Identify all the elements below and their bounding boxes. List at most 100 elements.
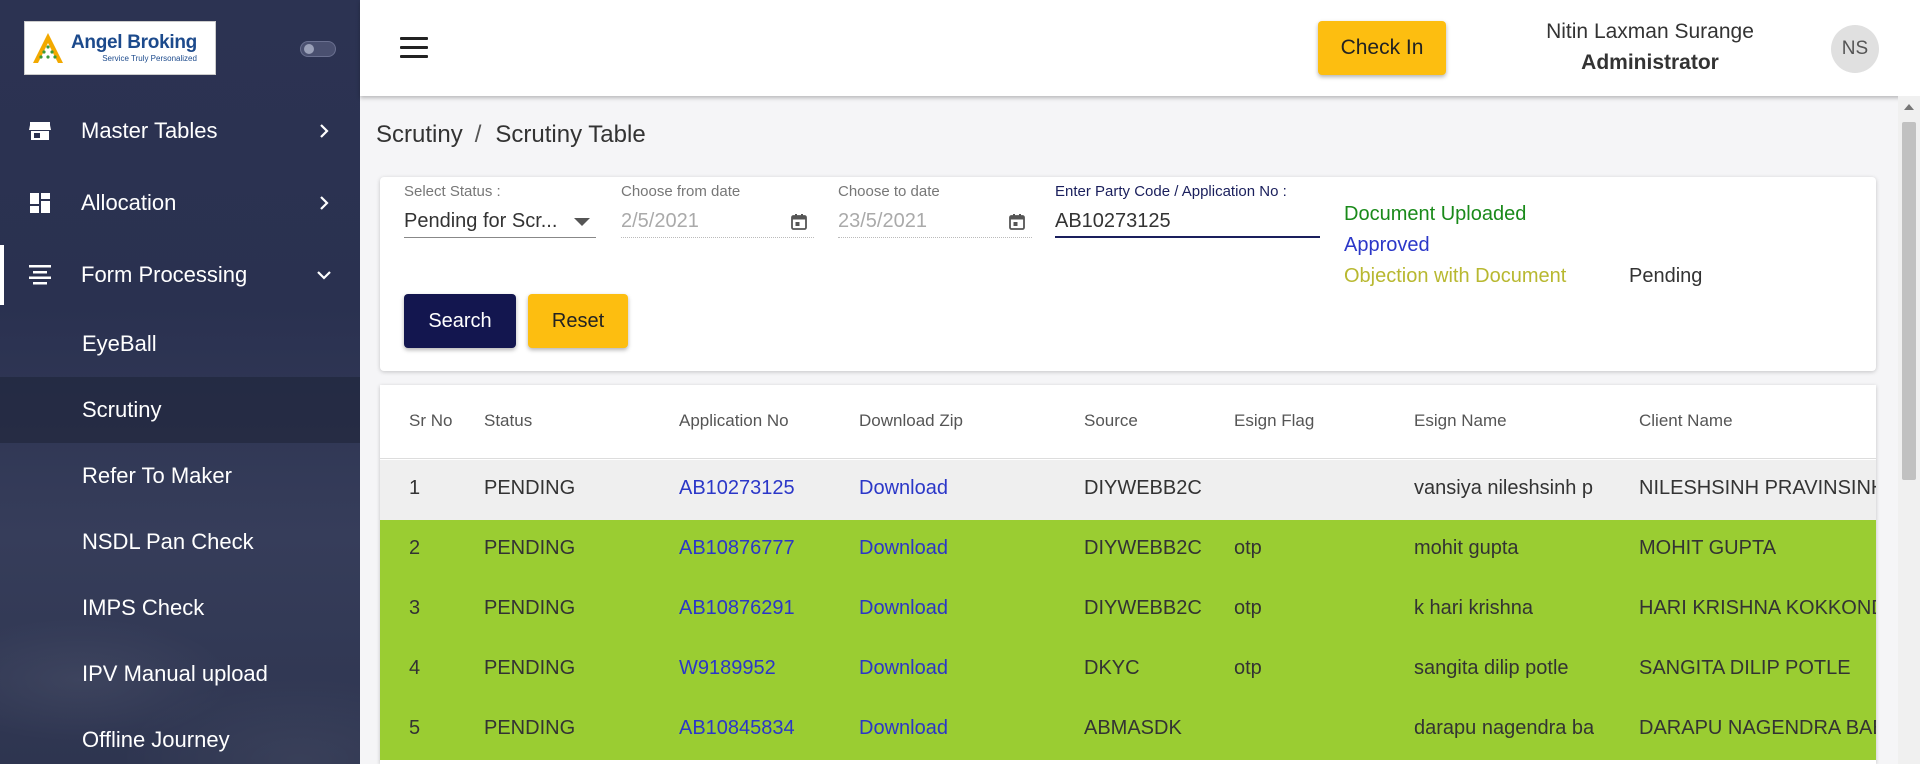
brand-logo[interactable]: Angel Broking Service Truly Personalized — [24, 21, 216, 75]
hamburger-menu-icon[interactable] — [400, 37, 428, 59]
sidebar-item-eyeball[interactable]: EyeBall — [0, 311, 360, 377]
cell-esign-name: k hari krishna — [1414, 597, 1533, 619]
status-select[interactable]: Select Status : Pending for Scr... — [404, 183, 596, 238]
cell-client-name: HARI KRISHNA KOKKONDA — [1639, 597, 1876, 619]
theme-toggle[interactable] — [300, 41, 336, 57]
party-code-field[interactable]: Enter Party Code / Application No : AB10… — [1055, 183, 1320, 238]
search-button[interactable]: Search — [404, 294, 516, 348]
to-date-value: 23/5/2021 — [838, 210, 927, 232]
cell-status: PENDING — [484, 477, 576, 499]
from-date-field[interactable]: Choose from date 2/5/2021 — [621, 183, 814, 238]
avatar[interactable]: NS — [1831, 25, 1879, 73]
cell-esign-name: darapu nagendra babu — [1414, 717, 1594, 739]
sub-item-label: EyeBall — [82, 331, 157, 356]
menu-item-allocation[interactable]: Allocation — [0, 173, 360, 233]
to-date-input[interactable]: 23/5/2021 — [838, 206, 1032, 238]
cell-client-name: SANGITA DILIP POTLE — [1639, 657, 1851, 679]
application-no-link[interactable]: AB10876777 — [679, 537, 849, 560]
scroll-up-arrow-icon[interactable] — [1904, 104, 1914, 110]
cell-esign-name: vansiya nileshsinh pravinsinh — [1414, 477, 1594, 499]
top-bar: Check In Nitin Laxman Surange Administra… — [360, 0, 1920, 96]
brand-tagline: Service Truly Personalized — [102, 54, 197, 63]
sub-item-label: NSDL Pan Check — [82, 529, 254, 554]
cell-esign-flag: otp — [1234, 597, 1262, 619]
toggle-knob — [304, 44, 314, 54]
calendar-icon[interactable] — [1008, 213, 1026, 231]
table-row[interactable]: 3 PENDING AB10876291 Download DIYWEBB2C otp k … — [380, 580, 1876, 640]
sidebar-item-ipv-manual-upload[interactable]: IPV Manual upload — [0, 641, 360, 707]
from-date-input[interactable]: 2/5/2021 — [621, 206, 814, 238]
cell-esign-flag: otp — [1234, 537, 1262, 559]
sidebar-item-refer-to-maker[interactable]: Refer To Maker — [0, 443, 360, 509]
cell-status: PENDING — [484, 657, 576, 679]
cell-sr-no: 3 — [409, 597, 421, 619]
col-esign-flag: Esign Flag — [1234, 411, 1315, 430]
angel-logo-icon — [31, 31, 65, 65]
col-status: Status — [484, 411, 533, 430]
party-code-input[interactable]: AB10273125 — [1055, 206, 1320, 238]
dashboard-icon — [28, 191, 52, 215]
download-link[interactable]: Download — [859, 657, 1059, 680]
table-header: Sr No Status Application No Download Zip… — [380, 385, 1876, 459]
reset-button[interactable]: Reset — [528, 294, 628, 348]
sub-item-label: Refer To Maker — [82, 463, 232, 488]
table-row[interactable]: 2 PENDING AB10876777 Download DIYWEBB2C otp mo… — [380, 520, 1876, 580]
download-link[interactable]: Download — [859, 597, 1059, 620]
application-no-link[interactable]: W9189952 — [679, 657, 849, 680]
sub-item-label: IPV Manual upload — [82, 661, 268, 686]
cell-esign-name: mohit gupta — [1414, 537, 1519, 559]
table-row[interactable]: 1 PENDING AB10273125 Download DIYWEBB2C vansi… — [380, 460, 1876, 520]
legend-pending: Pending — [1629, 265, 1703, 287]
download-link[interactable]: Download — [859, 537, 1059, 560]
status-selected-text: Pending for Scr... — [404, 210, 558, 232]
breadcrumb-separator: / — [474, 121, 482, 148]
cell-client-name: DARAPU NAGENDRA BABU — [1639, 717, 1876, 739]
chevron-right-icon — [314, 121, 334, 141]
legend-document-uploaded: Document Uploaded — [1344, 203, 1527, 225]
cell-status: PENDING — [484, 537, 576, 559]
cell-status: PENDING — [484, 597, 576, 619]
brand-name: Angel Broking — [71, 32, 197, 53]
cell-source: DKYC — [1084, 657, 1140, 679]
scroll-thumb[interactable] — [1902, 122, 1916, 480]
application-no-link[interactable]: AB10845834 — [679, 717, 849, 740]
download-link[interactable]: Download — [859, 717, 1059, 740]
to-date-field[interactable]: Choose to date 23/5/2021 — [838, 183, 1032, 238]
sidebar-item-offline-journey[interactable]: Offline Journey — [0, 707, 360, 764]
scrutiny-table: Sr No Status Application No Download Zip… — [380, 385, 1876, 764]
from-date-value: 2/5/2021 — [621, 210, 699, 232]
from-date-label: Choose from date — [621, 183, 741, 200]
check-in-button[interactable]: Check In — [1318, 21, 1446, 75]
user-name: Nitin Laxman Surange — [1546, 20, 1754, 43]
download-link[interactable]: Download — [859, 477, 1059, 500]
user-role: Administrator — [1581, 51, 1719, 74]
cell-esign-flag: otp — [1234, 657, 1262, 679]
cell-client-name: MOHIT GUPTA — [1639, 537, 1777, 559]
form-list-icon — [28, 263, 52, 287]
menu-item-master-tables[interactable]: Master Tables — [0, 101, 360, 161]
menu-item-label: Allocation — [81, 190, 177, 215]
page-scrollbar[interactable] — [1898, 96, 1920, 764]
menu-item-form-processing[interactable]: Form Processing — [0, 245, 360, 305]
cell-source: DIYWEBB2C — [1084, 537, 1202, 559]
application-no-link[interactable]: AB10876291 — [679, 597, 849, 620]
cell-sr-no: 5 — [409, 717, 421, 739]
cell-source: ABMASDK — [1084, 717, 1182, 739]
cell-sr-no: 1 — [409, 477, 421, 499]
breadcrumb: Scrutiny / Scrutiny Table — [376, 121, 646, 149]
menu-item-label: Form Processing — [81, 262, 248, 287]
sidebar-item-scrutiny[interactable]: Scrutiny — [0, 377, 360, 443]
calendar-icon[interactable] — [790, 213, 808, 231]
status-select-value[interactable]: Pending for Scr... — [404, 206, 596, 238]
table-row[interactable]: 4 PENDING W9189952 Download DKYC otp sangita d… — [380, 640, 1876, 700]
breadcrumb-current: Scrutiny Table — [495, 121, 646, 148]
table-row[interactable]: 5 PENDING AB10845834 Download ABMASDK darapu … — [380, 700, 1876, 760]
sidebar-item-imps-check[interactable]: IMPS Check — [0, 575, 360, 641]
application-no-link[interactable]: AB10273125 — [679, 477, 849, 500]
sidebar-item-nsdl-pan-check[interactable]: NSDL Pan Check — [0, 509, 360, 575]
chevron-down-icon — [314, 265, 334, 285]
cell-source: DIYWEBB2C — [1084, 477, 1202, 499]
cell-esign-name: sangita dilip potle — [1414, 657, 1569, 679]
col-esign-name: Esign Name — [1414, 411, 1507, 430]
breadcrumb-parent[interactable]: Scrutiny — [376, 121, 463, 149]
